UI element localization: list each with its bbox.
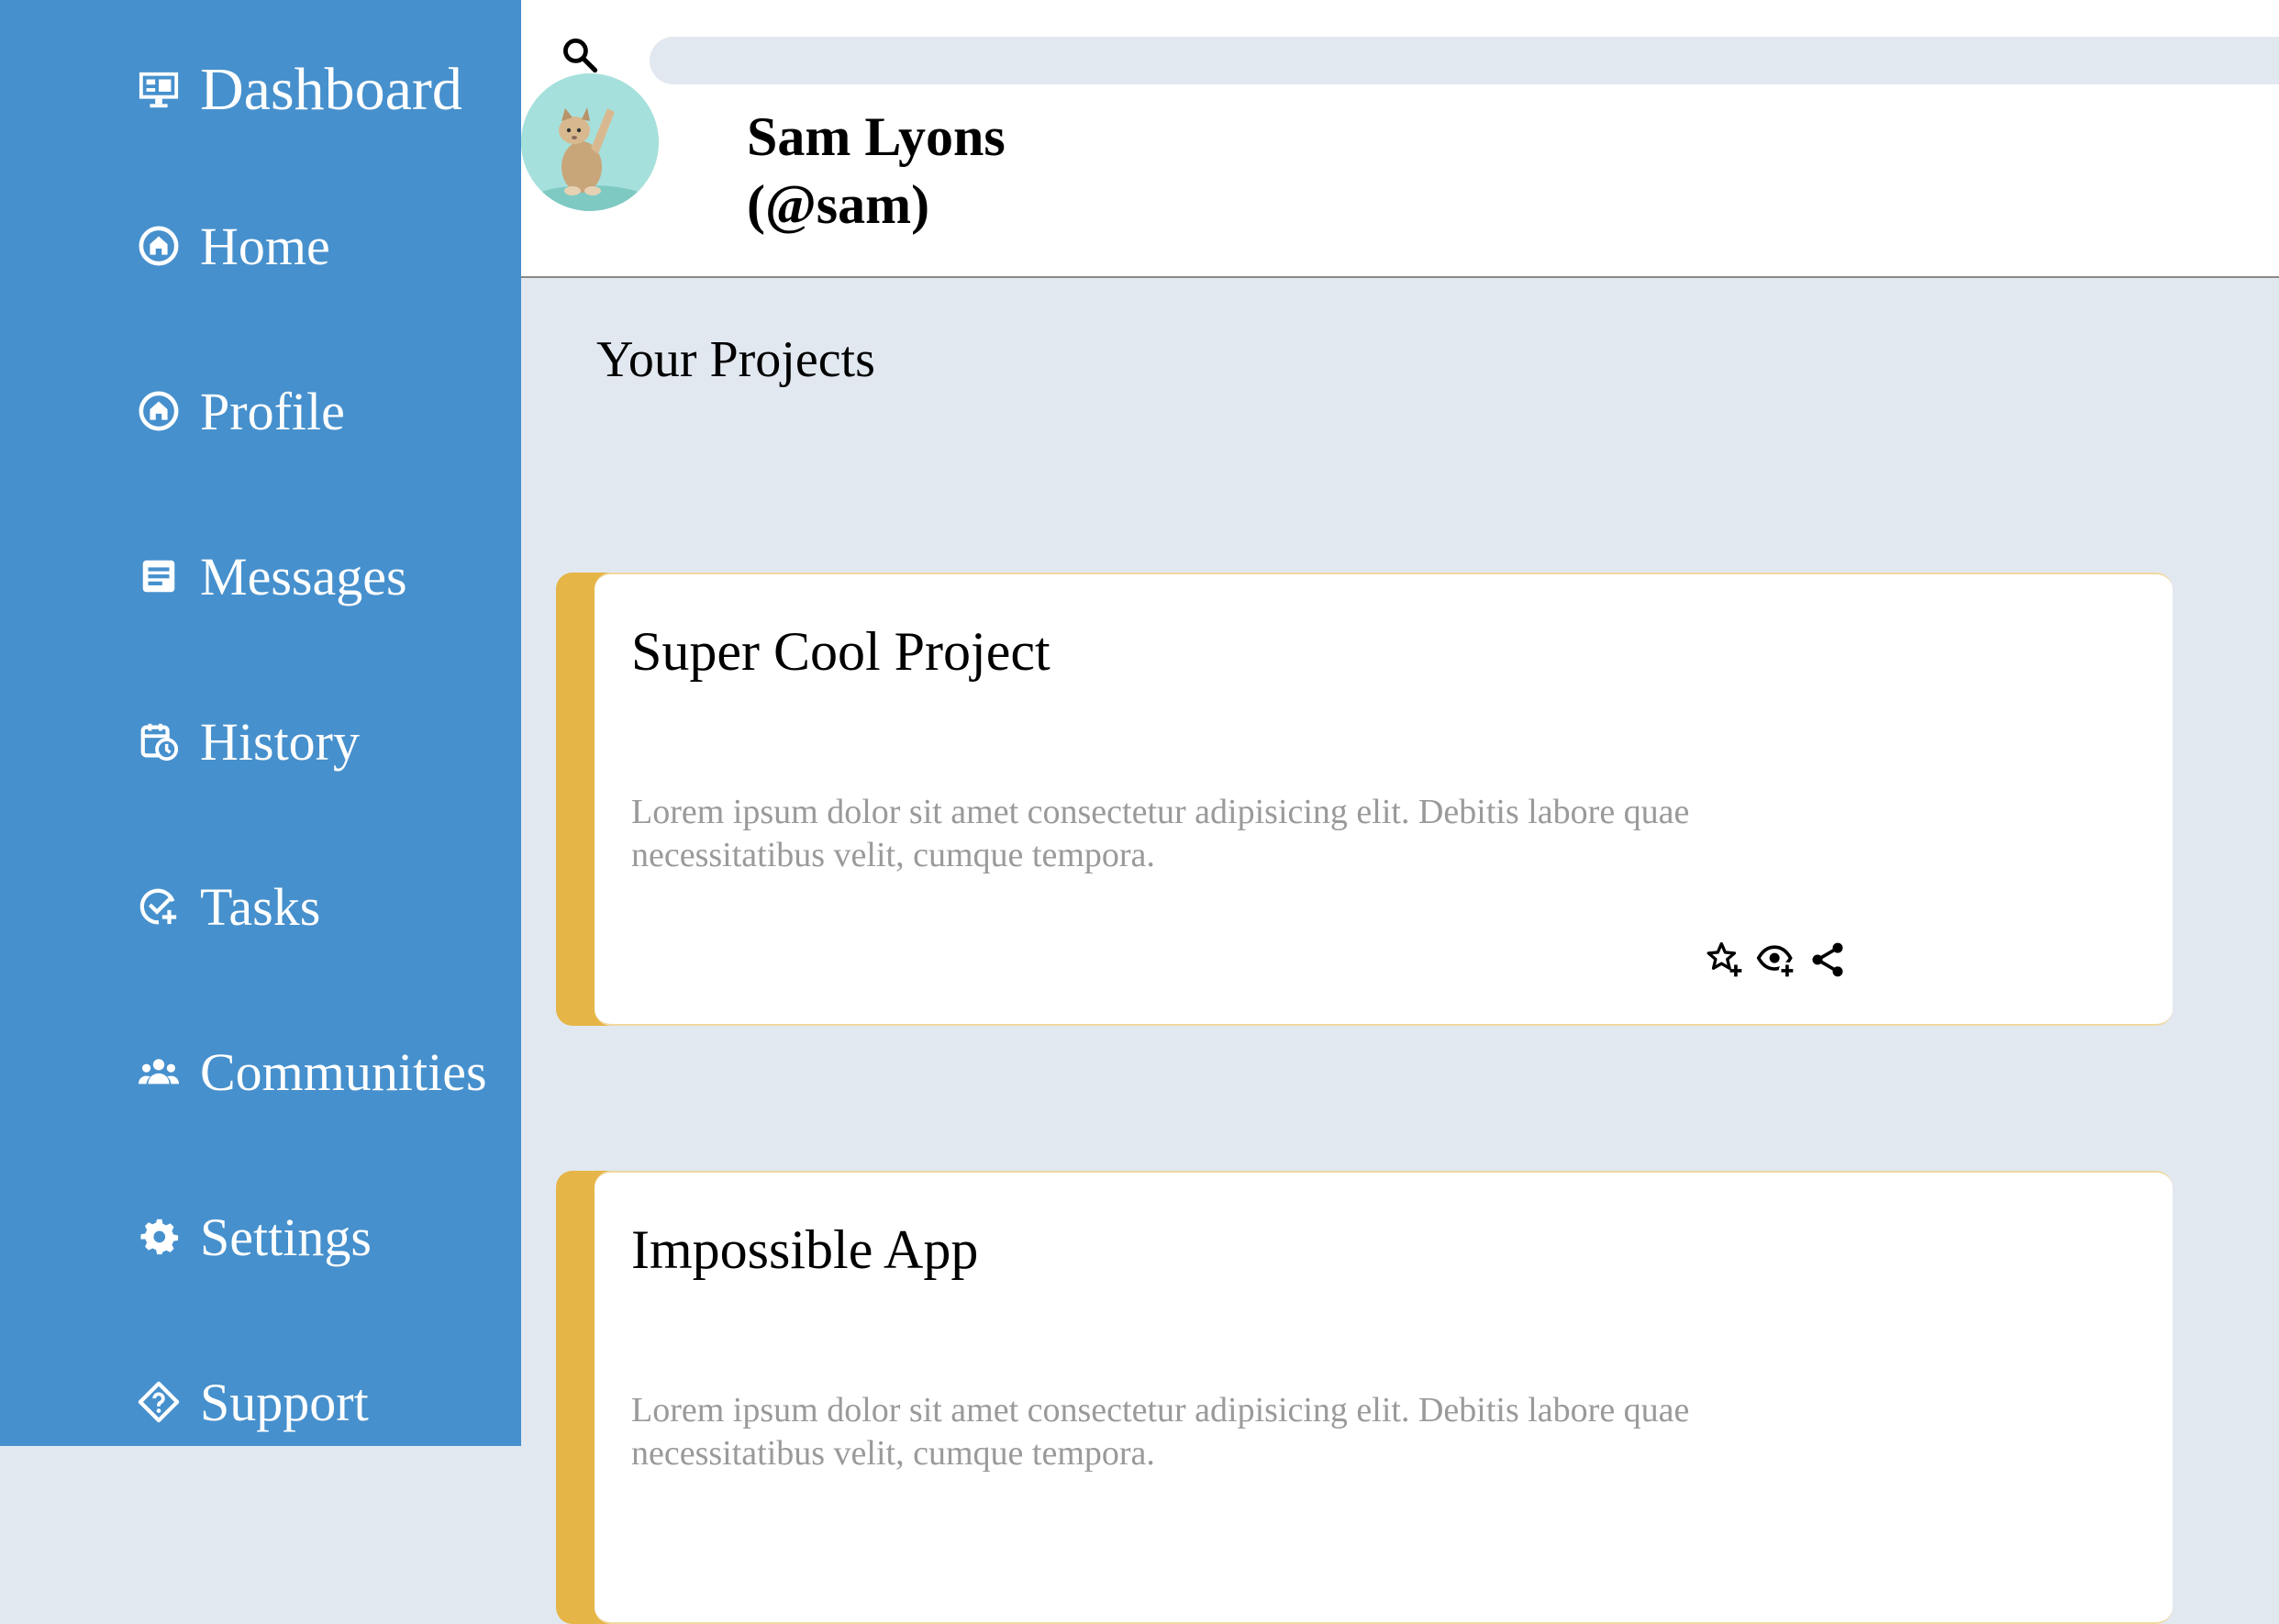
sidebar-item-label: Support bbox=[200, 1372, 369, 1432]
sidebar-item-label: Home bbox=[200, 216, 330, 276]
sidebar-item-home[interactable]: Home bbox=[138, 209, 330, 283]
user-full-name: Sam Lyons bbox=[747, 106, 1006, 167]
sidebar: Dashboard Home Profile Messages History … bbox=[0, 0, 521, 1446]
sidebar-item-label: Tasks bbox=[200, 876, 321, 937]
share-icon[interactable] bbox=[1807, 940, 1848, 980]
sidebar-item-label: Settings bbox=[200, 1207, 372, 1267]
avatar bbox=[521, 73, 659, 211]
sidebar-item-support[interactable]: Support bbox=[138, 1365, 369, 1439]
user-name: Sam Lyons (@sam) bbox=[747, 103, 1006, 239]
sidebar-item-history[interactable]: History bbox=[138, 705, 360, 778]
project-title: Impossible App bbox=[631, 1219, 979, 1280]
search-input[interactable] bbox=[650, 37, 2279, 84]
calendar-clock-icon bbox=[138, 720, 180, 762]
section-title: Your Projects bbox=[596, 331, 875, 388]
home-icon bbox=[138, 225, 180, 267]
sidebar-brand[interactable]: Dashboard bbox=[138, 53, 462, 127]
gear-icon bbox=[138, 1216, 180, 1258]
sidebar-item-label: Communities bbox=[200, 1041, 487, 1102]
sidebar-brand-label: Dashboard bbox=[200, 56, 462, 123]
project-description: Lorem ipsum dolor sit amet consectetur a… bbox=[631, 793, 1690, 874]
monitor-icon bbox=[138, 69, 180, 111]
home-icon bbox=[138, 390, 180, 432]
sidebar-item-settings[interactable]: Settings bbox=[138, 1200, 372, 1274]
sidebar-item-tasks[interactable]: Tasks bbox=[138, 870, 320, 943]
card-body: Impossible App Lorem ipsum dolor sit ame… bbox=[595, 1171, 2173, 1624]
sidebar-item-label: Profile bbox=[200, 381, 345, 441]
inbox-icon bbox=[138, 555, 180, 597]
project-card[interactable]: Impossible App Lorem ipsum dolor sit ame… bbox=[556, 1171, 2173, 1624]
project-description: Lorem ipsum dolor sit amet consectetur a… bbox=[631, 1391, 1690, 1473]
project-card[interactable]: Super Cool Project Lorem ipsum dolor sit… bbox=[556, 573, 2173, 1026]
search-icon[interactable] bbox=[560, 35, 600, 75]
sidebar-item-messages[interactable]: Messages bbox=[138, 539, 407, 613]
sidebar-item-label: Messages bbox=[200, 546, 407, 606]
user-handle: (@sam) bbox=[747, 174, 930, 235]
check-add-icon bbox=[138, 885, 180, 928]
card-actions bbox=[1705, 940, 1848, 980]
sidebar-item-label: History bbox=[200, 711, 360, 772]
card-body: Super Cool Project Lorem ipsum dolor sit… bbox=[595, 573, 2173, 1026]
project-title: Super Cool Project bbox=[631, 621, 1051, 682]
eye-add-icon[interactable] bbox=[1756, 940, 1796, 980]
diamond-help-icon bbox=[138, 1381, 180, 1423]
people-icon bbox=[138, 1051, 180, 1093]
star-add-icon[interactable] bbox=[1705, 940, 1745, 980]
sidebar-item-communities[interactable]: Communities bbox=[138, 1035, 487, 1108]
sidebar-item-profile[interactable]: Profile bbox=[138, 374, 345, 448]
